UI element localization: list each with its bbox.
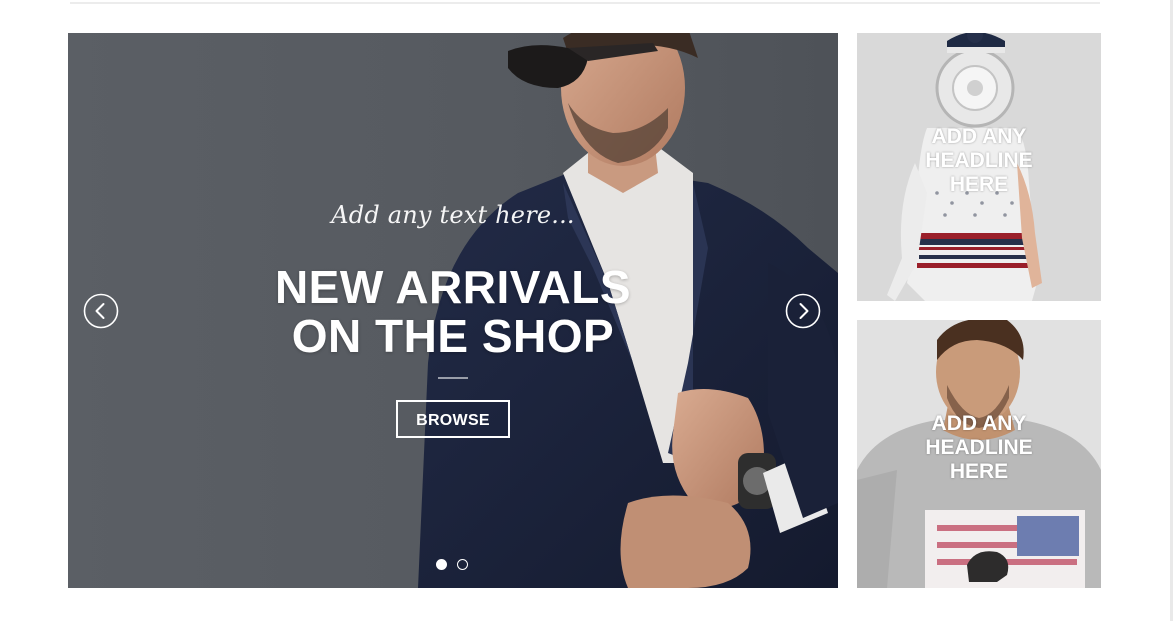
chevron-left-icon[interactable] [83, 293, 119, 329]
slide-dots [436, 559, 468, 571]
promo-banner-2[interactable]: ADD ANY HEADLINE HERE [857, 320, 1101, 588]
banner-2-headline: ADD ANY HEADLINE HERE [891, 412, 1067, 484]
banner-2-headline-line-3: HERE [949, 460, 1009, 483]
hero-slider: Add any text here... NEW ARRIVALS ON THE… [68, 33, 838, 588]
slide-caption: Add any text here... NEW ARRIVALS ON THE… [253, 201, 653, 438]
top-divider [70, 2, 1100, 4]
banner-1-headline-line-3: HERE [949, 173, 1009, 196]
slide-headline-line-1: NEW ARRIVALS [274, 261, 632, 313]
page: Add any text here... NEW ARRIVALS ON THE… [0, 0, 1173, 621]
slide-divider [438, 377, 468, 379]
banner-2-headline-line-1: ADD ANY [931, 412, 1027, 435]
slide-headline-line-2: ON THE SHOP [291, 310, 615, 362]
slide-dot-1[interactable] [436, 559, 447, 570]
slide-dot-2[interactable] [457, 559, 468, 570]
browse-button[interactable]: BROWSE [396, 400, 510, 438]
banner-1-headline: ADD ANY HEADLINE HERE [891, 125, 1067, 197]
banner-1-headline-line-1: ADD ANY [931, 125, 1027, 148]
banner-1-headline-line-2: HEADLINE [925, 149, 1033, 172]
promo-banner-1[interactable]: ADD ANY HEADLINE HERE [857, 33, 1101, 301]
slide-script-text: Add any text here... [331, 201, 575, 229]
chevron-right-icon[interactable] [785, 293, 821, 329]
slide-headline: NEW ARRIVALS ON THE SHOP [253, 263, 653, 361]
banner-2-headline-line-2: HEADLINE [925, 436, 1033, 459]
